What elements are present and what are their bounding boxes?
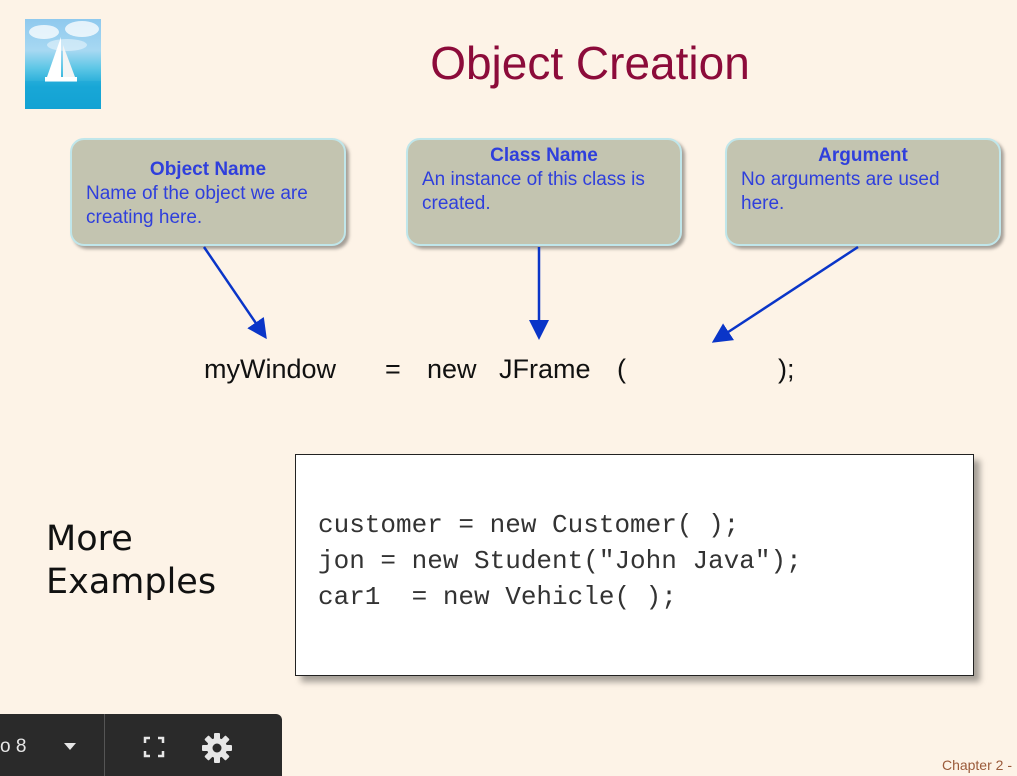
slide-page-indicator[interactable]: o 8 bbox=[0, 736, 26, 758]
more-label-line: More bbox=[46, 519, 133, 559]
statement-new-keyword: new bbox=[427, 354, 477, 384]
more-examples-label: More Examples bbox=[46, 518, 216, 604]
statement-open-paren: ( bbox=[617, 354, 626, 384]
code-line: jon = new Student("John Java"); bbox=[318, 546, 802, 576]
code-line: customer = new Customer( ); bbox=[318, 510, 740, 540]
more-label-line: Examples bbox=[46, 562, 217, 602]
slide: Object Creation Object Name Name of the … bbox=[0, 0, 1017, 776]
code-block: customer = new Customer( ); jon = new St… bbox=[318, 507, 802, 615]
presentation-toolbar: o 8 bbox=[0, 714, 282, 776]
toolbar-divider bbox=[104, 714, 105, 776]
statement-close: ); bbox=[778, 354, 795, 384]
statement-object: myWindow bbox=[204, 354, 337, 384]
code-examples-box: customer = new Customer( ); jon = new St… bbox=[295, 454, 974, 676]
gear-icon[interactable] bbox=[200, 731, 234, 770]
fullscreen-icon[interactable] bbox=[142, 735, 166, 764]
arrow-argument bbox=[711, 245, 859, 343]
statement-class-name: JFrame bbox=[499, 354, 591, 384]
code-line: car1 = new Vehicle( ); bbox=[318, 582, 677, 612]
arrow-object-name bbox=[202, 246, 267, 340]
statement-equals: = bbox=[385, 354, 401, 384]
chevron-down-icon[interactable] bbox=[60, 736, 80, 761]
chapter-footer: Chapter 2 - bbox=[941, 757, 1012, 773]
